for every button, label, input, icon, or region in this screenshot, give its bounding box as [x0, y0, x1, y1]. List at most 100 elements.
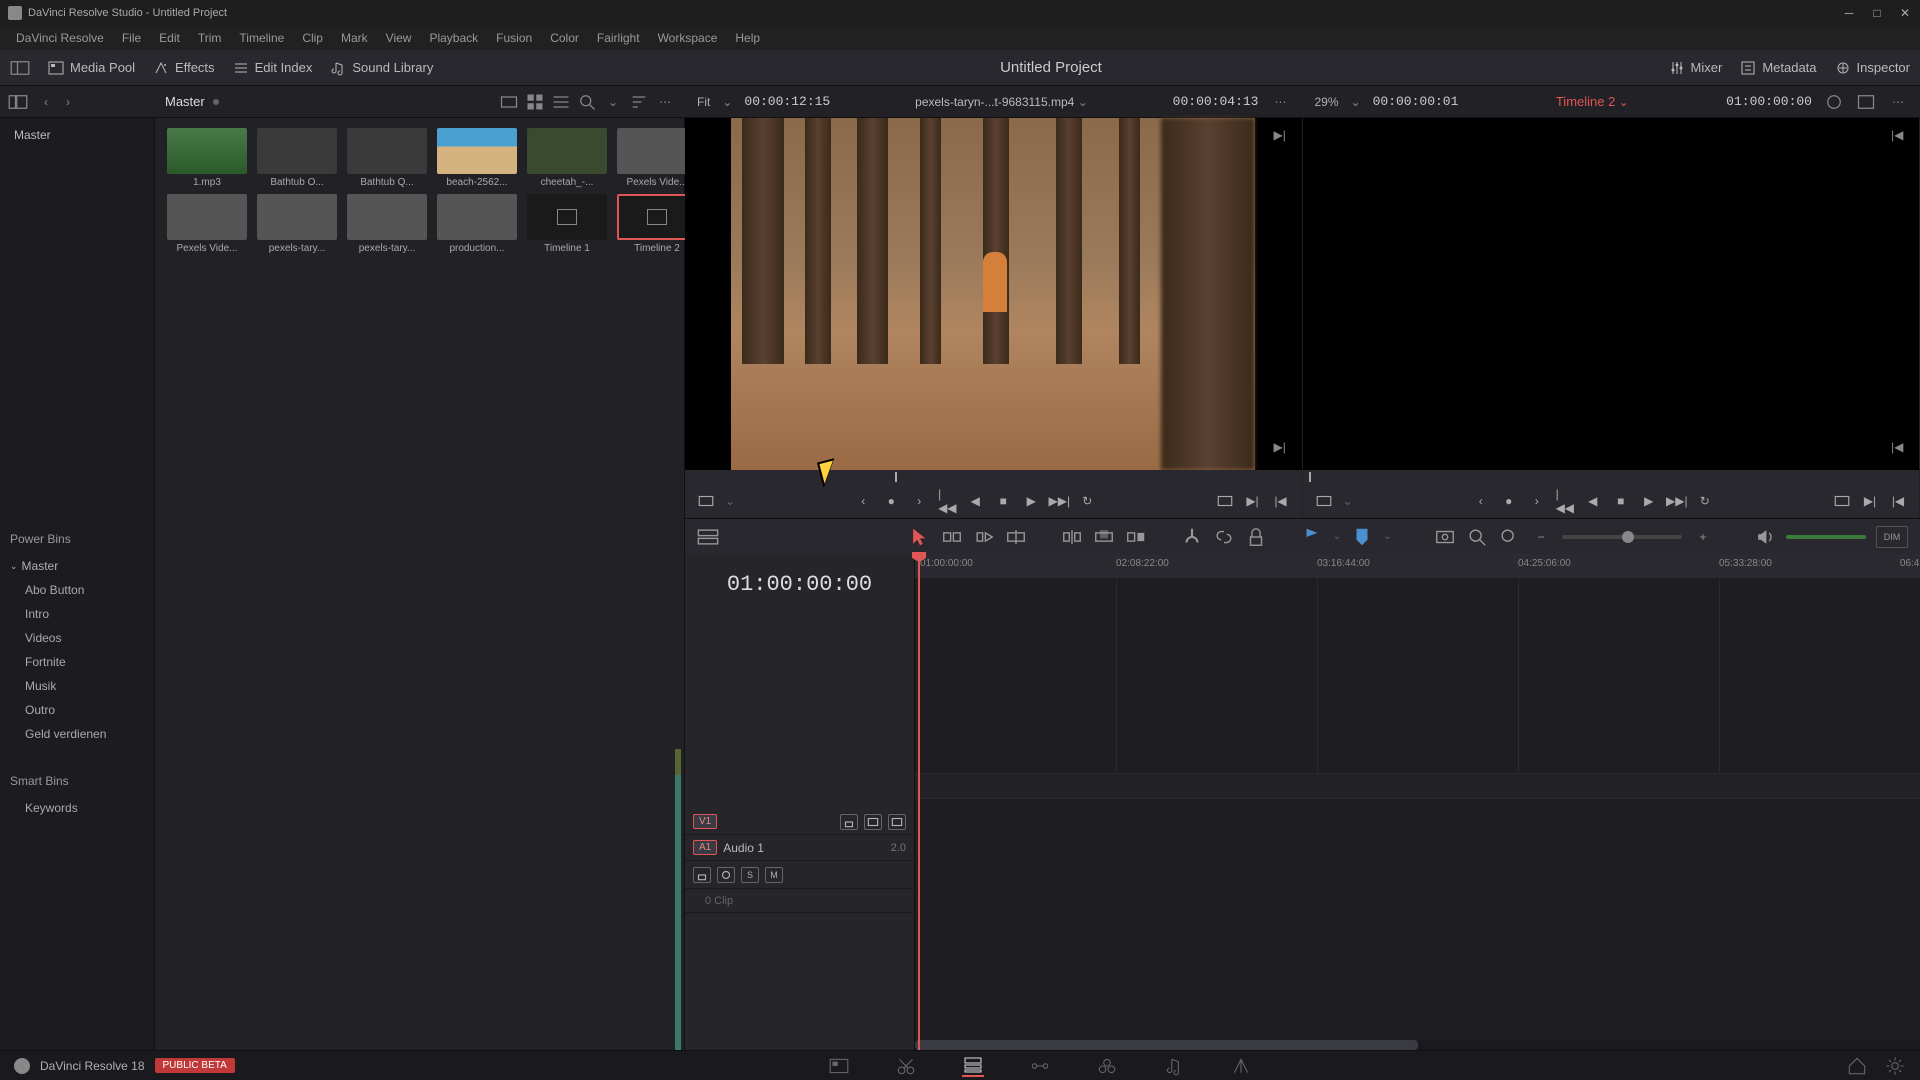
- edit-page-icon[interactable]: [962, 1055, 984, 1077]
- source-in-icon[interactable]: ▶|: [1244, 492, 1262, 510]
- bin-geld-verdienen[interactable]: Geld verdienen: [0, 722, 154, 746]
- program-play-icon[interactable]: ▶: [1640, 492, 1658, 510]
- bin-intro[interactable]: Intro: [0, 602, 154, 626]
- lock-icon[interactable]: [1245, 526, 1267, 548]
- source-canvas[interactable]: ▶| ▶|: [685, 118, 1302, 470]
- volume-icon[interactable]: [1754, 526, 1776, 548]
- timeline-name[interactable]: Timeline 2: [1556, 94, 1615, 109]
- media-clip[interactable]: Timeline 1: [525, 194, 609, 254]
- link-icon[interactable]: [1213, 526, 1235, 548]
- menu-file[interactable]: File: [114, 28, 149, 48]
- menu-color[interactable]: Color: [542, 28, 587, 48]
- audio-arm-icon[interactable]: [717, 867, 735, 883]
- media-pool-button[interactable]: Media Pool: [48, 60, 135, 76]
- clip-thumbnail[interactable]: [347, 128, 427, 174]
- video-visible-icon[interactable]: [864, 814, 882, 830]
- program-go-last-icon[interactable]: ▶▶|: [1668, 492, 1686, 510]
- video-track-badge[interactable]: V1: [693, 814, 717, 829]
- clip-chevron-icon[interactable]: ⌄: [1078, 95, 1088, 109]
- program-more-icon[interactable]: ⋯: [1888, 92, 1908, 112]
- custom-zoom-icon[interactable]: [1498, 526, 1520, 548]
- fit-dropdown[interactable]: Fit: [697, 95, 710, 109]
- more-icon[interactable]: ⋯: [655, 92, 675, 112]
- program-match-chevron-icon[interactable]: ⌄: [1343, 494, 1353, 508]
- media-clip[interactable]: pexels-tary...: [255, 194, 339, 254]
- clip-view-icon[interactable]: [499, 92, 519, 112]
- minimize-button[interactable]: ─: [1842, 6, 1856, 20]
- razor-icon[interactable]: [1181, 526, 1203, 548]
- marker-chevron-icon[interactable]: ⌄: [1383, 531, 1391, 542]
- timeline-timecode[interactable]: 01:00:00:00: [685, 554, 914, 614]
- menu-fairlight[interactable]: Fairlight: [589, 28, 648, 48]
- match-frame-icon[interactable]: [697, 492, 715, 510]
- media-clip[interactable]: Bathtub O...: [255, 128, 339, 188]
- program-in-icon[interactable]: ▶|: [1861, 492, 1879, 510]
- media-page-icon[interactable]: [828, 1055, 850, 1077]
- play-icon[interactable]: ▶: [1022, 492, 1040, 510]
- bin-view-icon[interactable]: [8, 92, 28, 112]
- source-next2-icon[interactable]: ▶|: [1274, 440, 1294, 460]
- edit-index-button[interactable]: Edit Index: [233, 60, 313, 76]
- bin-fortnite[interactable]: Fortnite: [0, 650, 154, 674]
- fairlight-page-icon[interactable]: [1163, 1055, 1185, 1077]
- bin-outro[interactable]: Outro: [0, 698, 154, 722]
- playhead[interactable]: [918, 554, 920, 1050]
- mixer-button[interactable]: Mixer: [1669, 60, 1723, 76]
- menu-edit[interactable]: Edit: [151, 28, 188, 48]
- maximize-button[interactable]: □: [1870, 6, 1884, 20]
- source-more-icon[interactable]: ⋯: [1271, 92, 1291, 112]
- source-scrubber[interactable]: [685, 470, 1302, 484]
- sort-icon[interactable]: [629, 92, 649, 112]
- layout-icon[interactable]: [10, 58, 30, 78]
- video-track-header[interactable]: V1: [685, 809, 914, 835]
- program-zoom[interactable]: 29%: [1315, 95, 1339, 109]
- settings-icon[interactable]: [1884, 1055, 1906, 1077]
- sidebar-master[interactable]: ⌄ Master: [0, 554, 154, 578]
- clip-thumbnail[interactable]: [527, 194, 607, 240]
- replace-icon[interactable]: [1125, 526, 1147, 548]
- go-last-icon[interactable]: ▶▶|: [1050, 492, 1068, 510]
- clip-thumbnail[interactable]: [257, 128, 337, 174]
- program-stop-icon[interactable]: ■: [1612, 492, 1630, 510]
- cut-page-icon[interactable]: [895, 1055, 917, 1077]
- program-mark-out-icon[interactable]: ›: [1528, 492, 1546, 510]
- program-loop-icon[interactable]: ↻: [1696, 492, 1714, 510]
- source-next-icon[interactable]: ▶|: [1274, 128, 1294, 148]
- media-clip[interactable]: beach-2562...: [435, 128, 519, 188]
- program-mark-dot-icon[interactable]: ●: [1500, 492, 1518, 510]
- inspector-button[interactable]: Inspector: [1835, 60, 1910, 76]
- breadcrumb[interactable]: Master: [165, 94, 205, 109]
- program-prev2-icon[interactable]: |◀: [1891, 440, 1911, 460]
- menu-fusion[interactable]: Fusion: [488, 28, 540, 48]
- program-step-back-icon[interactable]: ◀: [1584, 492, 1602, 510]
- program-out-icon[interactable]: |◀: [1889, 492, 1907, 510]
- thumbnail-view-icon[interactable]: [525, 92, 545, 112]
- clip-thumbnail[interactable]: [167, 128, 247, 174]
- program-scrubber[interactable]: [1303, 470, 1920, 484]
- trim-tool-icon[interactable]: [941, 526, 963, 548]
- dynamic-trim-icon[interactable]: [973, 526, 995, 548]
- marker-icon[interactable]: [1351, 526, 1373, 548]
- color-page-icon[interactable]: [1096, 1055, 1118, 1077]
- mark-out-icon[interactable]: ›: [910, 492, 928, 510]
- menu-timeline[interactable]: Timeline: [231, 28, 292, 48]
- source-clip-name[interactable]: pexels-taryn-...t-9683115.mp4: [915, 95, 1074, 109]
- step-back-icon[interactable]: ◀: [966, 492, 984, 510]
- clip-thumbnail[interactable]: [257, 194, 337, 240]
- video-track-lane[interactable]: [915, 773, 1920, 799]
- timeline-tracks[interactable]: 01:00:00:00 02:08:22:00 03:16:44:00 04:2…: [915, 554, 1920, 1050]
- detail-zoom-icon[interactable]: [1466, 526, 1488, 548]
- search-icon[interactable]: [577, 92, 597, 112]
- audio-track-header[interactable]: A1 Audio 1 2.0: [685, 835, 914, 861]
- clip-thumbnail[interactable]: [437, 194, 517, 240]
- media-clip[interactable]: cheetah_-...: [525, 128, 609, 188]
- source-overlay-icon[interactable]: [1216, 492, 1234, 510]
- media-clip[interactable]: 1.mp3: [165, 128, 249, 188]
- timeline-ruler[interactable]: 01:00:00:00 02:08:22:00 03:16:44:00 04:2…: [915, 554, 1920, 578]
- stop-icon[interactable]: ■: [994, 492, 1012, 510]
- audio-mute-icon[interactable]: M: [765, 867, 783, 883]
- single-viewer-icon[interactable]: [1856, 92, 1876, 112]
- mark-in-icon[interactable]: ‹: [854, 492, 872, 510]
- menu-clip[interactable]: Clip: [294, 28, 331, 48]
- timeline-chevron-icon[interactable]: ⌄: [1619, 95, 1629, 109]
